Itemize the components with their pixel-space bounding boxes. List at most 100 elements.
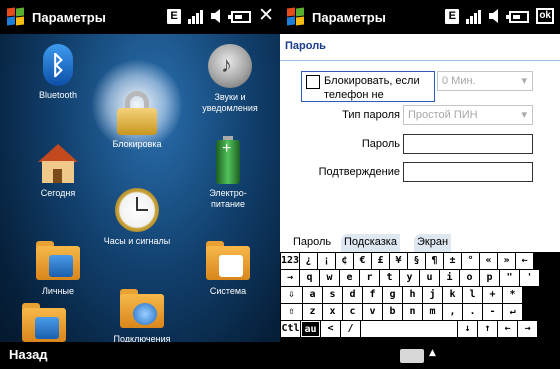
edge-icon: E xyxy=(167,8,182,24)
keyboard-key[interactable]: ± xyxy=(444,253,461,269)
keyboard-key[interactable]: p xyxy=(480,270,499,286)
keyboard-key[interactable]: * xyxy=(503,287,522,303)
keyboard-key[interactable]: " xyxy=(500,270,519,286)
keyboard-key[interactable]: o xyxy=(460,270,479,286)
windows-start-icon[interactable] xyxy=(287,7,305,26)
confirm-label: Подтверждение xyxy=(318,166,400,178)
app-lock[interactable]: Блокировка xyxy=(99,91,175,150)
keyboard-key[interactable]: . xyxy=(463,304,482,320)
battery-status-icon xyxy=(506,11,530,23)
tab-screen[interactable]: Экран xyxy=(414,234,452,252)
app-personal[interactable]: Личные xyxy=(20,238,96,297)
keyboard-key[interactable]: + xyxy=(483,287,502,303)
keyboard-key[interactable]: , xyxy=(443,304,462,320)
speaker-icon xyxy=(210,8,224,24)
keyboard-key[interactable]: → xyxy=(518,321,537,337)
keyboard-key[interactable]: 123 xyxy=(281,253,299,269)
app-power[interactable]: Электро-питание xyxy=(190,136,266,210)
keyboard-key[interactable]: e xyxy=(340,270,359,286)
keyboard-key[interactable]: s xyxy=(323,287,342,303)
keyboard-key[interactable]: k xyxy=(443,287,462,303)
ok-button[interactable]: ok xyxy=(536,8,554,24)
lock-checkbox[interactable] xyxy=(306,75,320,89)
keyboard-key[interactable]: t xyxy=(380,270,399,286)
keyboard-key[interactable]: / xyxy=(341,321,360,337)
keyboard-key[interactable]: ¶ xyxy=(426,253,443,269)
keyboard-key[interactable]: g xyxy=(383,287,402,303)
keyboard-key[interactable]: r xyxy=(360,270,379,286)
connections-folder-icon xyxy=(120,286,164,330)
keyboard-key[interactable]: ← xyxy=(498,321,517,337)
keyboard-key[interactable]: l xyxy=(463,287,482,303)
keyboard-key[interactable]: ¿ xyxy=(300,253,317,269)
tab-password[interactable]: Пароль xyxy=(290,234,335,252)
keyboard-key[interactable]: i xyxy=(440,270,459,286)
keyboard-key[interactable]: h xyxy=(403,287,422,303)
close-icon[interactable]: ✕ xyxy=(258,6,274,25)
bluetooth-icon: ᛒ xyxy=(43,44,73,86)
keyboard-key[interactable]: u xyxy=(420,270,439,286)
app-clock[interactable]: Часы и сигналы xyxy=(99,188,175,247)
lock-time-dropdown[interactable]: 0 Мин. xyxy=(437,71,533,91)
keyboard-key[interactable]: ⇩ xyxy=(281,287,302,303)
keyboard-key[interactable]: £ xyxy=(372,253,389,269)
keyboard-key[interactable]: au xyxy=(301,321,320,337)
app-connections[interactable]: Подключения xyxy=(104,286,180,345)
keyboard-key[interactable]: x xyxy=(323,304,342,320)
keyboard-key[interactable]: ¡ xyxy=(318,253,335,269)
app-today[interactable]: Сегодня xyxy=(20,140,96,199)
back-softkey[interactable]: Назад xyxy=(9,347,48,362)
section-header: Пароль xyxy=(280,34,560,61)
keyboard-key[interactable]: a xyxy=(303,287,322,303)
keyboard-key[interactable]: ' xyxy=(520,270,539,286)
folder-icon xyxy=(22,300,66,344)
signal-icon xyxy=(466,9,482,24)
keyboard-key[interactable]: « xyxy=(480,253,497,269)
key-space[interactable] xyxy=(361,321,457,337)
keyboard-key[interactable]: ↑ xyxy=(478,321,497,337)
keyboard-key[interactable]: - xyxy=(483,304,502,320)
app-system[interactable]: Система xyxy=(190,238,266,297)
keyboard-key[interactable]: § xyxy=(408,253,425,269)
keyboard-key[interactable]: ↵ xyxy=(503,304,522,320)
app-sounds[interactable]: Звуки и уведомления xyxy=(192,44,268,114)
keyboard-key[interactable]: z xyxy=(303,304,322,320)
keyboard-key[interactable]: n xyxy=(403,304,422,320)
keyboard-key[interactable]: j xyxy=(423,287,442,303)
speaker-icon xyxy=(488,8,502,24)
app-bluetooth[interactable]: ᛒ Bluetooth xyxy=(20,44,96,101)
keyboard-key[interactable]: Ctl xyxy=(281,321,300,337)
keyboard-key[interactable]: v xyxy=(363,304,382,320)
keyboard-key[interactable]: m xyxy=(423,304,442,320)
keyboard-key[interactable]: € xyxy=(354,253,371,269)
keyboard-key[interactable]: ↓ xyxy=(458,321,477,337)
keyboard-key[interactable]: ° xyxy=(462,253,479,269)
password-input[interactable] xyxy=(403,134,533,154)
keyboard-key[interactable]: f xyxy=(363,287,382,303)
lock-checkbox-label: Блокировать, если телефон не xyxy=(324,75,420,101)
keyboard-key[interactable]: d xyxy=(343,287,362,303)
keyboard-key[interactable]: c xyxy=(343,304,362,320)
keyboard-key[interactable]: → xyxy=(281,270,299,286)
keyboard-toggle-icon[interactable] xyxy=(400,348,436,363)
confirm-input[interactable] xyxy=(403,162,533,182)
keyboard-key[interactable]: q xyxy=(300,270,319,286)
signal-icon xyxy=(188,9,204,24)
keyboard-key[interactable]: ← xyxy=(516,253,533,269)
keyboard-key[interactable]: < xyxy=(321,321,340,337)
keyboard-row-symbols: 123 ¿ ¡ ¢ € £ ¥ § ¶ ± ° «» ← xyxy=(281,253,534,270)
keyboard-key[interactable]: ¥ xyxy=(390,253,407,269)
keyboard-key[interactable]: » xyxy=(498,253,515,269)
windows-start-icon[interactable] xyxy=(7,7,25,26)
keyboard-key[interactable]: ¢ xyxy=(336,253,353,269)
keyboard-key[interactable]: w xyxy=(320,270,339,286)
tab-hint[interactable]: Подсказка xyxy=(341,234,400,252)
lock-checkbox-row[interactable]: Блокировать, если телефон не xyxy=(301,71,435,102)
keyboard-row-zxcv: ⇧ z x c v b n m,. - ↵ xyxy=(281,304,523,321)
partial-folder[interactable] xyxy=(22,300,66,344)
password-type-dropdown[interactable]: Простой ПИН xyxy=(403,105,533,125)
window-title: Параметры xyxy=(312,9,386,25)
keyboard-key[interactable]: y xyxy=(400,270,419,286)
keyboard-key[interactable]: b xyxy=(383,304,402,320)
keyboard-key[interactable]: ⇧ xyxy=(281,304,302,320)
